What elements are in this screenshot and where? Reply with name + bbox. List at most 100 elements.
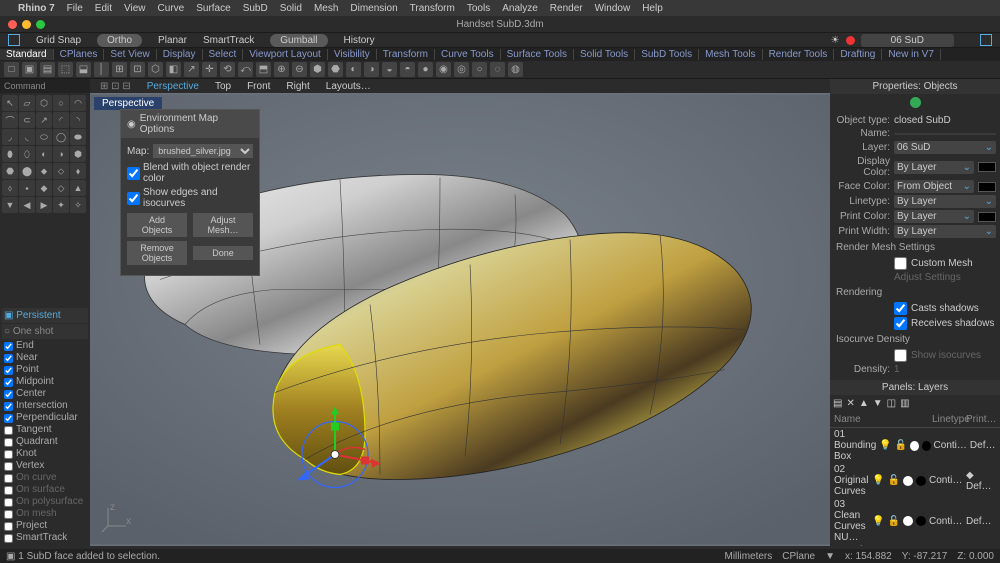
remobj-button[interactable]: Remove Objects — [127, 241, 187, 265]
tab-rendertools[interactable]: Render Tools — [763, 49, 835, 60]
osnap-persistent[interactable]: Persistent — [16, 310, 60, 321]
tool-2[interactable]: ⬡ — [36, 95, 52, 111]
tool-34[interactable]: ✧ — [70, 197, 86, 213]
prop-facecolor[interactable]: Face Color:From Object ⌄ — [830, 179, 1000, 194]
addobj-button[interactable]: Add Objects — [127, 213, 187, 237]
toolbar-icon-12[interactable]: ⟲ — [220, 62, 235, 77]
toolbar-icon-10[interactable]: ↗ — [184, 62, 199, 77]
menu-file[interactable]: File — [67, 3, 83, 14]
tool-11[interactable]: ◟ — [19, 129, 35, 145]
toolbar-icon-20[interactable]: ◑ — [364, 62, 379, 77]
layer-del-icon[interactable]: ✕ — [846, 398, 854, 409]
tool-10[interactable]: ◞ — [2, 129, 18, 145]
tool-13[interactable]: ◯ — [53, 129, 69, 145]
toolbar-icon-2[interactable]: ▤ — [40, 62, 55, 77]
menu-curve[interactable]: Curve — [158, 3, 185, 14]
toolbar-icon-8[interactable]: ⬡ — [148, 62, 163, 77]
tool-6[interactable]: ⊂ — [19, 112, 35, 128]
osnap-near[interactable]: Near — [2, 352, 88, 364]
tab-curvetools[interactable]: Curve Tools — [435, 49, 501, 60]
adjmesh-button[interactable]: Adjust Mesh… — [193, 213, 253, 237]
tool-19[interactable]: ⬢ — [70, 146, 86, 162]
vp-layouts[interactable]: Layouts… — [326, 81, 371, 92]
tab-setview[interactable]: Set View — [104, 49, 156, 60]
right-cplane-icon[interactable] — [980, 34, 992, 46]
osnap-midpoint[interactable]: Midpoint — [2, 376, 88, 388]
tool-12[interactable]: ⬭ — [36, 129, 52, 145]
viewport[interactable]: ⊞ ⊡ ⊟ Perspective Top Front Right Layout… — [90, 79, 830, 546]
menu-view[interactable]: View — [124, 3, 146, 14]
tool-26[interactable]: ⬩ — [19, 180, 35, 196]
toolbar-icon-3[interactable]: ⬚ — [58, 62, 73, 77]
opt-planar[interactable]: Planar — [158, 35, 187, 46]
osnap-vertex[interactable]: Vertex — [2, 460, 88, 472]
layer-row-3[interactable]: 04 Sub D Curves💡🔓Conti…Def… — [830, 544, 1000, 546]
osnap-on-curve[interactable]: On curve — [2, 472, 88, 484]
menu-solid[interactable]: Solid — [280, 3, 302, 14]
record-icon[interactable] — [846, 36, 855, 45]
col-name[interactable]: Name — [834, 414, 872, 425]
tab-cplanes[interactable]: CPlanes — [54, 49, 105, 60]
blend-check[interactable]: Blend with object render color — [127, 162, 253, 184]
prop-printwidth[interactable]: Print Width:By Layer ⌄ — [830, 224, 1000, 239]
tab-vplayout[interactable]: Viewport Layout — [243, 49, 328, 60]
tool-33[interactable]: ✦ — [53, 197, 69, 213]
osnap-end[interactable]: End — [2, 340, 88, 352]
menu-analyze[interactable]: Analyze — [502, 3, 538, 14]
tool-3[interactable]: ○ — [53, 95, 69, 111]
tool-16[interactable]: ⬯ — [19, 146, 35, 162]
layer-new-icon[interactable]: ▤ — [833, 398, 842, 409]
layer-row-1[interactable]: 02 Original Curves💡🔓Conti…◆ Def… — [830, 463, 1000, 498]
osnap-point[interactable]: Point — [2, 364, 88, 376]
osnap-quadrant[interactable]: Quadrant — [2, 436, 88, 448]
layer-filter-icon[interactable]: ▥ — [900, 398, 909, 409]
vp-perspective[interactable]: Perspective — [147, 81, 199, 92]
showedges-check[interactable]: Show edges and isocurves — [127, 187, 253, 209]
layer-row-2[interactable]: 03 Clean Curves NU…💡🔓Conti…Def… — [830, 498, 1000, 544]
tool-17[interactable]: ◐ — [36, 146, 52, 162]
prop-printcolor[interactable]: Print Color:By Layer ⌄ — [830, 209, 1000, 224]
opt-gumball[interactable]: Gumball — [270, 34, 327, 47]
opt-ortho[interactable]: Ortho — [97, 34, 142, 47]
osnap-center[interactable]: Center — [2, 388, 88, 400]
menu-surface[interactable]: Surface — [196, 3, 230, 14]
osnap-smarttrack[interactable]: SmartTrack — [2, 532, 88, 544]
tool-28[interactable]: ◇ — [53, 180, 69, 196]
tool-24[interactable]: ⬧ — [70, 163, 86, 179]
toolbar-icon-14[interactable]: ⬒ — [256, 62, 271, 77]
tab-solidtools[interactable]: Solid Tools — [574, 49, 635, 60]
toolbar-icon-4[interactable]: ⬓ — [76, 62, 91, 77]
osnap-on-mesh[interactable]: On mesh — [2, 508, 88, 520]
tool-23[interactable]: ⬦ — [53, 163, 69, 179]
tool-14[interactable]: ⬬ — [70, 129, 86, 145]
opt-history[interactable]: History — [344, 35, 375, 46]
toolbar-icon-26[interactable]: ○ — [472, 62, 487, 77]
menu-dimension[interactable]: Dimension — [350, 3, 397, 14]
col-linetype[interactable]: Linetype — [932, 414, 966, 425]
tool-8[interactable]: ◜ — [53, 112, 69, 128]
menu-edit[interactable]: Edit — [95, 3, 112, 14]
tab-newinv7[interactable]: New in V7 — [882, 49, 941, 60]
prop-layer[interactable]: Layer:06 SuD ⌄ — [830, 140, 1000, 155]
tool-27[interactable]: ◆ — [36, 180, 52, 196]
osnap-on-surface[interactable]: On surface — [2, 484, 88, 496]
toolbar-icon-25[interactable]: ◎ — [454, 62, 469, 77]
tool-18[interactable]: ◑ — [53, 146, 69, 162]
showiso-check[interactable]: Show isocurves — [830, 348, 1000, 363]
menu-transform[interactable]: Transform — [410, 3, 455, 14]
toolbar-icon-19[interactable]: ◐ — [346, 62, 361, 77]
custommesh-check[interactable]: Custom Mesh — [830, 256, 1000, 271]
osnap-tangent[interactable]: Tangent — [2, 424, 88, 436]
layer-down-icon[interactable]: ▼ — [873, 398, 883, 409]
menu-mesh[interactable]: Mesh — [314, 3, 338, 14]
toolbar-icon-6[interactable]: ⊞ — [112, 62, 127, 77]
vp-right[interactable]: Right — [286, 81, 309, 92]
layer-up-icon[interactable]: ▲ — [859, 398, 869, 409]
opt-gridsnap[interactable]: Grid Snap — [36, 35, 81, 46]
casts-check[interactable]: Casts shadows — [830, 301, 1000, 316]
status-units[interactable]: Millimeters — [724, 551, 772, 562]
tool-31[interactable]: ◀ — [19, 197, 35, 213]
done-button[interactable]: Done — [193, 246, 253, 260]
tab-display[interactable]: Display — [157, 49, 203, 60]
menu-subd[interactable]: SubD — [243, 3, 268, 14]
